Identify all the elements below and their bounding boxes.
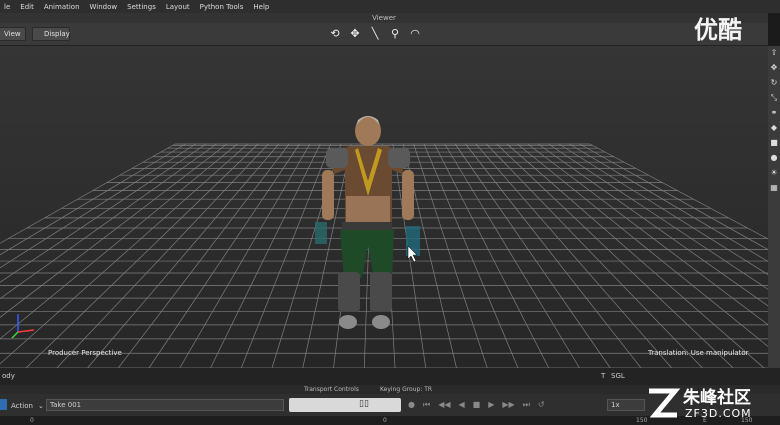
loop-icon[interactable]: ↺	[538, 400, 545, 410]
brand-logo: 朱峰社区 ZF3D.COM	[643, 382, 780, 425]
menu-file[interactable]: le	[0, 3, 16, 11]
take-select[interactable]: Take 001	[46, 399, 284, 411]
menu-python-tools[interactable]: Python Tools	[196, 3, 250, 11]
rotate-icon[interactable]: ↻	[771, 78, 778, 87]
next-key-icon[interactable]: ▶▶	[502, 400, 514, 410]
cursor-icon[interactable]: ⇧	[771, 48, 778, 57]
chevron-down-icon[interactable]: ⌄	[38, 402, 44, 410]
manipulator-tools: ⟲ ✥ ╲ ⚲ ◠	[328, 25, 422, 41]
sphere-icon[interactable]: ●	[771, 153, 778, 162]
bone-icon[interactable]: ◆	[771, 123, 777, 132]
display-label: Display	[44, 30, 70, 38]
manipulator-hint: Translation: Use manipulator	[648, 349, 749, 357]
rotate-line-icon[interactable]: ╲	[368, 25, 382, 41]
menu-help[interactable]: Help	[249, 3, 275, 11]
go-end-icon[interactable]: ⏭	[523, 400, 530, 410]
scale-icon[interactable]: ⤡	[771, 93, 777, 102]
menu-settings[interactable]: Settings	[123, 3, 162, 11]
3d-viewport[interactable]: Producer Perspective Translation: Use ma…	[0, 46, 768, 368]
range-slider[interactable]: ▯▯	[289, 398, 401, 412]
watermark-logo: 优酷	[694, 16, 742, 44]
translate-icon[interactable]: ✥	[348, 25, 362, 41]
t-value: SGL	[611, 372, 625, 380]
light-icon[interactable]: ☀	[770, 168, 777, 177]
grid-icon[interactable]: ▦	[770, 183, 778, 192]
speed-select[interactable]: 1x	[607, 399, 645, 411]
speed-value: 1x	[611, 401, 620, 409]
take-name: Take 001	[50, 401, 82, 409]
menu-edit[interactable]: Edit	[16, 3, 40, 11]
menu-bar: le Edit Animation Window Settings Layout…	[0, 0, 780, 13]
brand-url: ZF3D.COM	[685, 407, 752, 420]
link-icon[interactable]: ⚭	[771, 108, 778, 117]
camera-orbit-icon[interactable]: ⟲	[328, 25, 342, 41]
viewport-canvas	[0, 46, 768, 368]
stop-icon[interactable]: ■	[473, 400, 481, 410]
go-start-icon[interactable]: ⏮	[423, 400, 430, 410]
brand-name: 朱峰社区	[683, 388, 751, 408]
transport-title: Transport Controls	[304, 386, 359, 393]
cube-icon[interactable]: ■	[770, 138, 778, 147]
mode-marker	[0, 399, 7, 410]
action-mode[interactable]: Action	[11, 402, 33, 410]
playback-buttons: ● ⏮ ◀◀ ◀ ■ ▶ ▶▶ ⏭ ↺	[408, 400, 545, 410]
viewer-title: Viewer	[372, 14, 396, 22]
play-back-icon[interactable]: ◀	[459, 400, 465, 410]
brand-z-icon	[649, 388, 681, 418]
play-icon[interactable]: ▶	[488, 400, 494, 410]
menu-animation[interactable]: Animation	[40, 3, 86, 11]
move-icon[interactable]: ✥	[771, 63, 778, 72]
t-label: T	[601, 372, 606, 380]
frame-toggle-icon[interactable]: ▯▯	[359, 399, 369, 409]
menu-layout[interactable]: Layout	[162, 3, 196, 11]
camera-label: Producer Perspective	[48, 349, 122, 357]
zoom-icon[interactable]: ⚲	[388, 25, 402, 41]
record-icon[interactable]: ●	[408, 400, 415, 410]
display-button[interactable]: Display	[32, 27, 70, 41]
prev-key-icon[interactable]: ◀◀	[438, 400, 450, 410]
timeline-mark: 0	[383, 417, 387, 424]
keying-group[interactable]: Keying Group: TR	[380, 386, 432, 393]
timeline-start: 0	[30, 417, 34, 424]
tool-palette: ⇧ ✥ ↻ ⤡ ⚭ ◆ ■ ● ☀ ▦	[768, 46, 780, 368]
menu-window[interactable]: Window	[86, 3, 124, 11]
status-left-text: ody	[2, 372, 15, 380]
viewer-toolbar: View Display ⟲ ✥ ╲ ⚲ ◠	[0, 23, 768, 46]
arc-icon[interactable]: ◠	[408, 25, 422, 41]
view-button[interactable]: View	[0, 27, 26, 41]
view-label: View	[4, 30, 21, 38]
